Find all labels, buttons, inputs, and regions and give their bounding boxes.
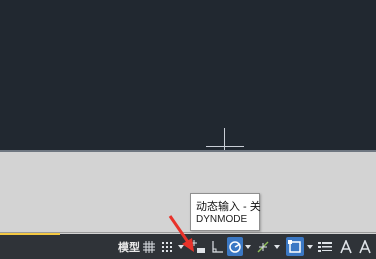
drawing-canvas[interactable] [0, 0, 376, 152]
tracking-dropdown[interactable] [273, 237, 281, 256]
dropdown-arrow-icon [178, 244, 184, 249]
object-snap-icon [288, 239, 301, 253]
crosshair-cursor-horizontal [206, 146, 244, 147]
tooltip-title: 动态输入 - 关 [196, 201, 261, 213]
dropdown-arrow-icon [245, 244, 251, 249]
command-area [0, 152, 376, 234]
lineweight-button[interactable] [317, 237, 333, 256]
dropdown-arrow-icon [274, 244, 280, 249]
crosshair-cursor-vertical [224, 128, 225, 152]
dynamic-input-button[interactable] [189, 237, 207, 256]
lineweight-icon [318, 241, 332, 252]
ortho-icon [212, 240, 223, 253]
annotation-scale-button[interactable] [338, 237, 354, 256]
dropdown-arrow-icon [307, 244, 313, 249]
annotation-visibility-button[interactable] [357, 237, 373, 256]
model-space-button[interactable]: 模型 [117, 237, 141, 256]
polar-tracking-button[interactable] [227, 237, 243, 256]
dynamic-input-icon [191, 239, 205, 253]
snap-dots-icon [162, 241, 172, 252]
tooltip-command: DYNMODE [196, 214, 248, 225]
snap-dropdown[interactable] [177, 237, 185, 256]
snap-mode-button[interactable] [160, 237, 174, 256]
annotation-visibility-icon [359, 239, 371, 253]
annotation-scale-icon [340, 239, 352, 253]
object-snap-tracking-button[interactable] [255, 237, 271, 256]
grid-icon [143, 240, 155, 253]
grid-button[interactable] [142, 237, 156, 256]
polar-tracking-icon [229, 240, 241, 253]
object-snap-dropdown[interactable] [306, 237, 314, 256]
ortho-mode-button[interactable] [209, 237, 225, 256]
polar-dropdown[interactable] [244, 237, 252, 256]
layout-tab-highlight [0, 233, 60, 235]
object-snap-tracking-icon [257, 241, 269, 252]
tooltip: 动态输入 - 关 DYNMODE [190, 193, 261, 231]
object-snap-button[interactable] [286, 237, 304, 256]
